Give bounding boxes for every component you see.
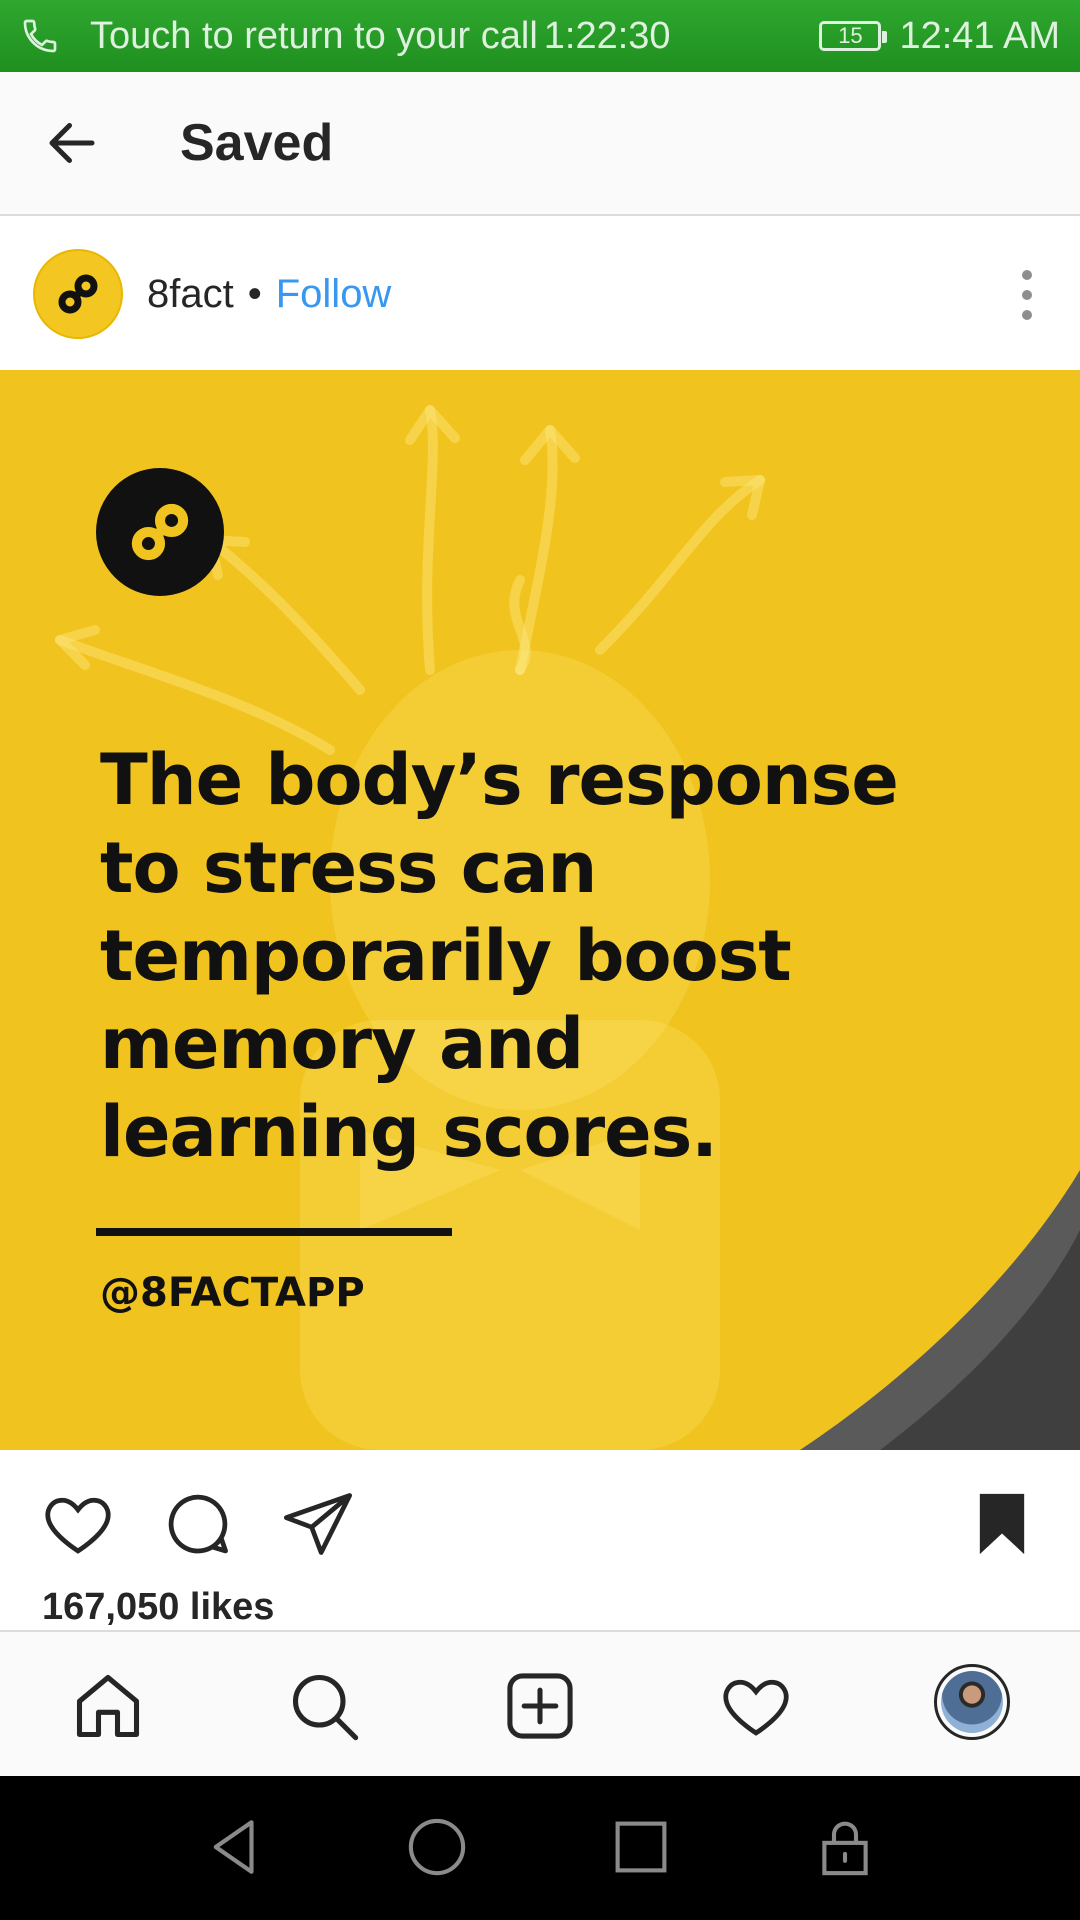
follow-button[interactable]: Follow <box>276 272 392 317</box>
profile-avatar[interactable] <box>934 1664 1010 1740</box>
battery-level: 15 <box>838 23 863 48</box>
page-title: Saved <box>180 114 334 172</box>
add-post-icon[interactable] <box>502 1668 578 1744</box>
return-to-call-text[interactable]: Touch to return to your call <box>90 15 538 58</box>
comment-icon[interactable] <box>160 1486 236 1562</box>
home-icon[interactable] <box>70 1668 146 1744</box>
separator-dot: • <box>247 271 262 316</box>
post-header: 8fact • Follow <box>0 218 1080 370</box>
bottom-nav <box>0 1630 1080 1776</box>
divider-line <box>96 1228 452 1236</box>
vertical-dots-icon[interactable] <box>1020 268 1034 322</box>
infinity-logo-icon <box>131 503 189 561</box>
status-bar[interactable]: Touch to return to your call 1:22:30 15 … <box>0 0 1080 72</box>
brand-handle: @8FACTAPP <box>100 1270 365 1316</box>
infinity-logo-icon <box>58 274 98 314</box>
post-actions <box>0 1452 1080 1586</box>
share-icon[interactable] <box>280 1486 356 1562</box>
post-author-avatar[interactable] <box>33 249 123 339</box>
heart-icon[interactable] <box>40 1486 116 1562</box>
app-header: Saved <box>0 72 1080 216</box>
system-nav-bar <box>0 1776 1080 1920</box>
profile-photo <box>941 1671 1003 1733</box>
fact-text: The body’s response to stress can tempor… <box>100 739 899 1173</box>
clock: 12:41 AM <box>899 14 1060 57</box>
arrow-left-icon[interactable] <box>42 113 102 173</box>
likes-count[interactable]: 167,050 likes <box>42 1586 274 1629</box>
call-timer: 1:22:30 <box>543 14 671 57</box>
phone-icon <box>23 19 57 53</box>
home-circle-icon[interactable] <box>404 1814 470 1880</box>
lock-icon[interactable] <box>812 1814 878 1880</box>
search-icon[interactable] <box>286 1668 362 1744</box>
back-triangle-icon[interactable] <box>202 1814 268 1880</box>
brand-logo <box>96 468 224 596</box>
activity-heart-icon[interactable] <box>718 1668 794 1744</box>
post-username[interactable]: 8fact <box>147 272 234 317</box>
battery-icon: 15 <box>819 21 888 51</box>
bookmark-icon[interactable] <box>964 1486 1040 1562</box>
recents-square-icon[interactable] <box>608 1814 674 1880</box>
post-image[interactable]: The body’s response to stress can tempor… <box>0 370 1080 1450</box>
